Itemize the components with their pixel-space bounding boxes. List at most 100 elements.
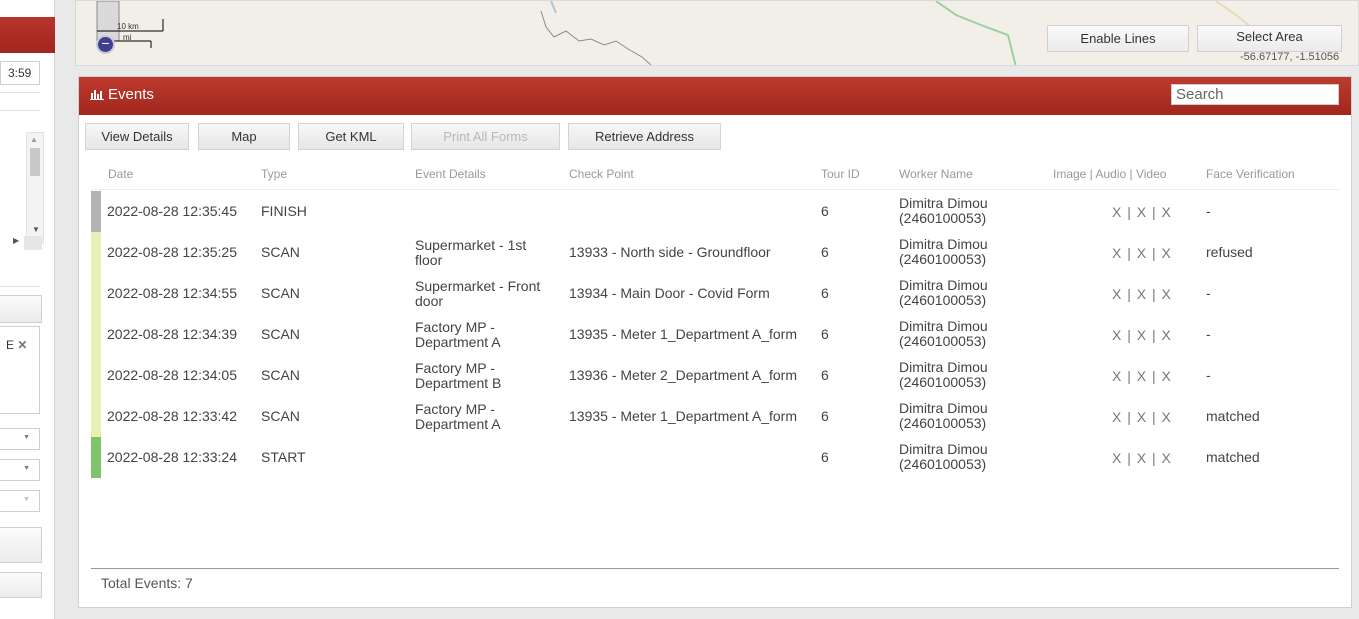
cell-date: 2022-08-28 12:33:24	[107, 449, 237, 465]
close-icon[interactable]: ✕	[17, 338, 27, 352]
events-title-label: Events	[108, 86, 154, 103]
view-details-button[interactable]: View Details	[85, 123, 189, 150]
cell-worker-id: (2460100053)	[899, 456, 987, 472]
cell-tour-id: 6	[821, 244, 829, 260]
scroll-right-icon[interactable]: ▶	[13, 236, 19, 245]
cell-date: 2022-08-28 12:33:42	[107, 408, 237, 424]
events-title: Events	[90, 86, 154, 103]
get-kml-button[interactable]: Get KML	[298, 123, 404, 150]
cell-date: 2022-08-28 12:34:39	[107, 326, 237, 342]
cell-check-point: 13935 - Meter 1_Department A_form	[569, 326, 798, 342]
events-header: Events	[79, 77, 1351, 115]
column-header-face-verification[interactable]: Face Verification	[1206, 167, 1295, 181]
status-indicator	[91, 437, 101, 478]
cell-tour-id: 6	[821, 203, 829, 219]
cell-media: X | X | X	[1112, 368, 1172, 384]
cell-type: SCAN	[261, 285, 300, 301]
cell-media: X | X | X	[1112, 286, 1172, 302]
cell-worker-name: Dimitra Dimou	[899, 236, 988, 252]
cell-face-verification: matched	[1206, 408, 1260, 424]
cell-type: START	[261, 449, 306, 465]
table-row[interactable]: 2022-08-28 12:35:25 SCAN Supermarket - 1st…	[91, 232, 1339, 273]
time-field[interactable]: 3:59	[0, 61, 40, 85]
status-indicator	[91, 232, 101, 273]
print-all-forms-button[interactable]: Print All Forms	[411, 123, 560, 150]
cell-worker-id: (2460100053)	[899, 210, 987, 226]
filter-select[interactable]: ▼	[0, 490, 40, 512]
cell-tour-id: 6	[821, 285, 829, 301]
bar-chart-icon	[90, 90, 104, 100]
column-header-type[interactable]: Type	[261, 167, 287, 181]
cell-media: X | X | X	[1112, 409, 1172, 425]
status-indicator	[91, 273, 101, 314]
cell-media: X | X | X	[1112, 204, 1172, 220]
cell-check-point: 13934 - Main Door - Covid Form	[569, 285, 770, 301]
map-view[interactable]: 10 km mi − Enable Lines Select Area	[75, 0, 1359, 66]
cell-type: SCAN	[261, 408, 300, 424]
select-area-button[interactable]: Select Area	[1197, 25, 1342, 52]
scroll-down-icon[interactable]: ▼	[32, 225, 40, 234]
cell-media: X | X | X	[1112, 450, 1172, 466]
events-panel: Events View Details Map Get KML Print Al…	[78, 76, 1352, 608]
cell-date: 2022-08-28 12:34:05	[107, 367, 237, 383]
tag-label: E	[6, 338, 15, 352]
cell-event-details-line2: Department B	[415, 375, 502, 391]
cell-worker-name: Dimitra Dimou	[899, 441, 988, 457]
cell-face-verification: -	[1206, 203, 1211, 219]
list-scrollbar[interactable]: ▲ ▼	[26, 132, 44, 244]
zoom-out-button[interactable]: −	[96, 35, 115, 54]
table-row[interactable]: 2022-08-28 12:33:42 SCAN Factory MP - Depar…	[91, 396, 1339, 437]
column-header-worker-name[interactable]: Worker Name	[899, 167, 973, 181]
cell-event-details: Supermarket - Front	[415, 278, 541, 294]
column-header-check-point[interactable]: Check Point	[569, 167, 634, 181]
cell-media: X | X | X	[1112, 327, 1172, 343]
column-header-date[interactable]: Date	[108, 167, 133, 181]
chevron-down-icon: ▼	[23, 465, 30, 472]
table-row[interactable]: 2022-08-28 12:34:05 SCAN Factory MP - Depar…	[91, 355, 1339, 396]
table-row[interactable]: 2022-08-28 12:35:45 FINISH 6 Dimitra Dimou(…	[91, 191, 1339, 232]
cell-event-details-line2: Department A	[415, 416, 501, 432]
status-indicator	[91, 396, 101, 437]
cell-face-verification: refused	[1206, 244, 1253, 260]
filter-select[interactable]: ▼	[0, 459, 40, 481]
cell-worker-id: (2460100053)	[899, 333, 987, 349]
enable-lines-button[interactable]: Enable Lines	[1047, 25, 1189, 52]
table-row[interactable]: 2022-08-28 12:34:39 SCAN Factory MP - Depar…	[91, 314, 1339, 355]
cell-event-details: Factory MP -	[415, 401, 495, 417]
cell-worker-name: Dimitra Dimou	[899, 277, 988, 293]
cell-worker-id: (2460100053)	[899, 374, 987, 390]
horizontal-scrollbar[interactable]	[24, 236, 42, 250]
map-coordinates: -56.67177, -1.51056	[1240, 51, 1340, 63]
scroll-up-icon[interactable]: ▲	[30, 135, 38, 144]
scale-km-label: 10 km	[117, 22, 139, 31]
sidebar-button[interactable]	[0, 572, 42, 598]
chevron-down-icon: ▼	[23, 434, 30, 441]
cell-type: FINISH	[261, 203, 307, 219]
search-input[interactable]	[1171, 84, 1339, 105]
table-row[interactable]: 2022-08-28 12:33:24 START 6 Dimitra Dimou (2…	[91, 437, 1339, 478]
cell-tour-id: 6	[821, 408, 829, 424]
sidebar-button[interactable]	[0, 527, 42, 563]
cell-event-details-line2: Department A	[415, 334, 501, 350]
cell-event-details: Factory MP -	[415, 360, 495, 376]
cell-date: 2022-08-28 12:35:45	[107, 203, 237, 219]
cell-type: SCAN	[261, 367, 300, 383]
table-row[interactable]: 2022-08-28 12:34:55 SCAN Supermarket - Fro…	[91, 273, 1339, 314]
divider	[91, 189, 1339, 190]
column-header-tour-id[interactable]: Tour ID	[821, 167, 860, 181]
cell-face-verification: -	[1206, 326, 1211, 342]
left-panel: 3:59 ▲ ▼ ▶ E ✕ ▼ ▼ ▼	[0, 0, 55, 619]
cell-date: 2022-08-28 12:34:55	[107, 285, 237, 301]
cell-check-point: 13936 - Meter 2_Department A_form	[569, 367, 798, 383]
column-header-event-details[interactable]: Event Details	[415, 167, 486, 181]
retrieve-address-button[interactable]: Retrieve Address	[568, 123, 721, 150]
chevron-down-icon: ▼	[23, 496, 30, 503]
filter-select[interactable]: ▼	[0, 428, 40, 450]
scrollbar-thumb[interactable]	[30, 148, 40, 176]
map-button[interactable]: Map	[198, 123, 290, 150]
cell-tour-id: 6	[821, 326, 829, 342]
scale-mi-label: mi	[123, 33, 132, 42]
sidebar-button[interactable]	[0, 295, 42, 323]
column-header-media[interactable]: Image | Audio | Video	[1053, 167, 1166, 181]
cell-worker-name: Dimitra Dimou	[899, 318, 988, 334]
